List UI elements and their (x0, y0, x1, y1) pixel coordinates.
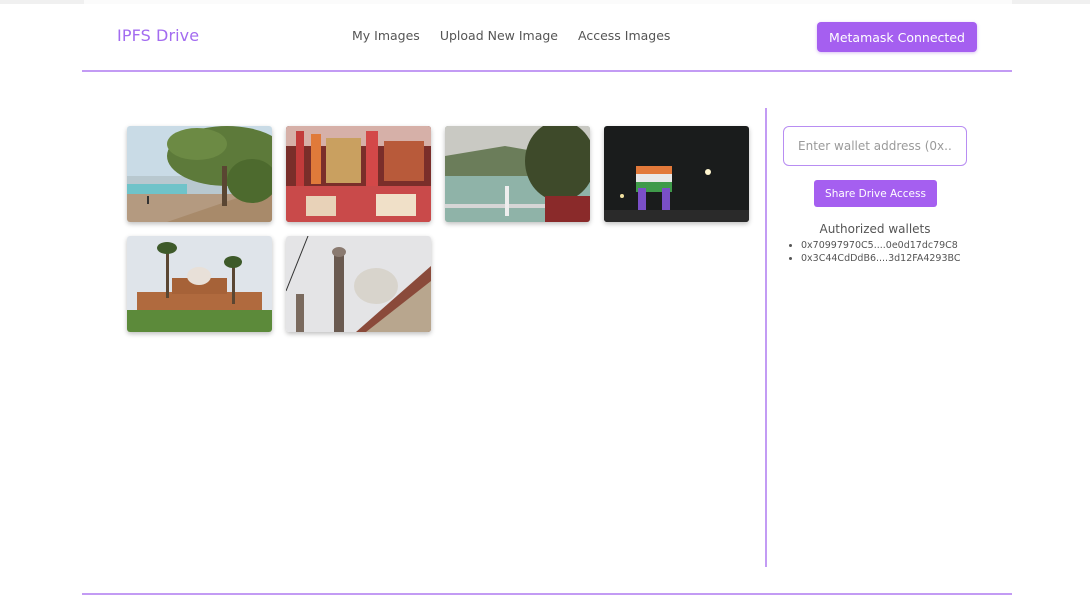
footer-divider (82, 593, 1012, 595)
humayun-tomb-image (127, 236, 272, 332)
india-gate-night-image (604, 126, 749, 222)
image-thumbnail-india-gate-night[interactable] (604, 126, 749, 222)
nav-links: My Images Upload New Image Access Images (352, 28, 670, 43)
nav-access-images[interactable]: Access Images (578, 28, 670, 43)
wallet-address-input[interactable] (783, 126, 967, 166)
image-thumbnail-mosque-minaret[interactable] (286, 236, 431, 332)
image-thumbnail-lakeside-trees[interactable] (127, 126, 272, 222)
authorized-wallets-title: Authorized wallets (819, 222, 931, 236)
share-drive-access-button[interactable]: Share Drive Access (814, 180, 937, 207)
authorized-wallet-item: 0x70997970C5....0e0d17dc79C8 (801, 239, 961, 252)
authorized-wallets-list: 0x70997970C5....0e0d17dc79C8 0x3C44CdDdB… (783, 239, 961, 265)
vertical-divider (765, 108, 767, 567)
authorized-wallet-item: 0x3C44CdDdB6....3d12FA4293BC (801, 252, 961, 265)
mosque-minaret-image (286, 236, 431, 332)
lakeside-trees-image (127, 126, 272, 222)
market-stall-image (286, 126, 431, 222)
river-bridge-image (445, 126, 590, 222)
brand-logo[interactable]: IPFS Drive (117, 26, 199, 45)
image-thumbnail-market-stall[interactable] (286, 126, 431, 222)
navbar: IPFS Drive My Images Upload New Image Ac… (82, 4, 1012, 72)
nav-my-images[interactable]: My Images (352, 28, 420, 43)
nav-upload-image[interactable]: Upload New Image (440, 28, 558, 43)
image-thumbnail-river-bridge[interactable] (445, 126, 590, 222)
metamask-connected-button[interactable]: Metamask Connected (817, 22, 977, 52)
image-thumbnail-humayun-tomb[interactable] (127, 236, 272, 332)
